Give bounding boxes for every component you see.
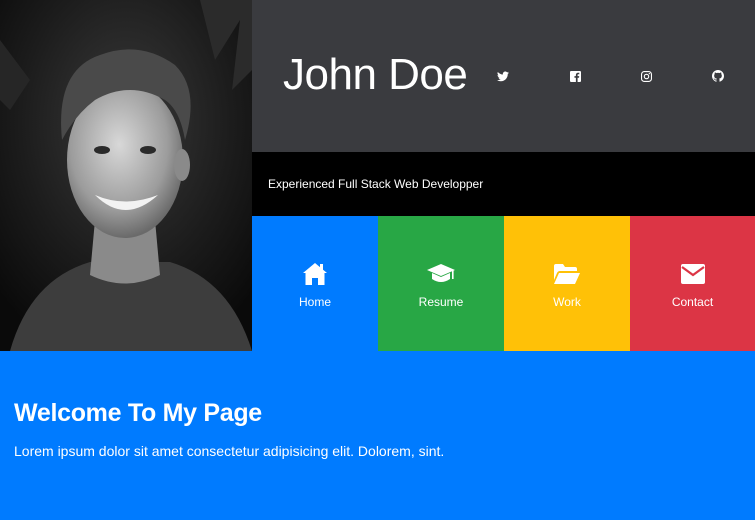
- instagram-link[interactable]: [636, 66, 656, 86]
- header: John Doe: [252, 0, 755, 152]
- nav-label-resume: Resume: [418, 294, 464, 309]
- nav-tile-resume[interactable]: Resume: [378, 216, 504, 351]
- envelope-icon: [680, 263, 705, 284]
- portrait-image: [0, 0, 252, 351]
- facebook-link[interactable]: [565, 66, 585, 86]
- welcome-title: Welcome To My Page: [14, 399, 262, 427]
- nav-tile-work[interactable]: Work: [504, 216, 630, 351]
- nav-label-home: Home: [298, 294, 331, 309]
- graduation-cap-icon: [427, 263, 455, 282]
- nav-label-contact: Contact: [671, 294, 714, 309]
- tagline: Experienced Full Stack Web Developper: [268, 177, 484, 191]
- twitter-link[interactable]: [493, 66, 513, 86]
- twitter-icon: [497, 71, 509, 81]
- welcome-section: Welcome To My Page Lorem ipsum dolor sit…: [0, 351, 755, 520]
- profile-photo: [0, 0, 252, 351]
- github-icon: [712, 70, 724, 82]
- instagram-icon: [640, 70, 652, 82]
- github-link[interactable]: [708, 66, 728, 86]
- nav-tile-home[interactable]: Home: [252, 216, 378, 351]
- nav-tile-contact[interactable]: Contact: [630, 216, 755, 351]
- nav-label-work: Work: [553, 294, 581, 309]
- folder-open-icon: [554, 263, 580, 284]
- home-icon: [303, 262, 327, 285]
- tagline-bar: Experienced Full Stack Web Developper: [252, 152, 755, 216]
- site-name: John Doe: [283, 50, 468, 99]
- welcome-text: Lorem ipsum dolor sit amet consectetur a…: [14, 443, 445, 459]
- facebook-icon: [569, 70, 581, 82]
